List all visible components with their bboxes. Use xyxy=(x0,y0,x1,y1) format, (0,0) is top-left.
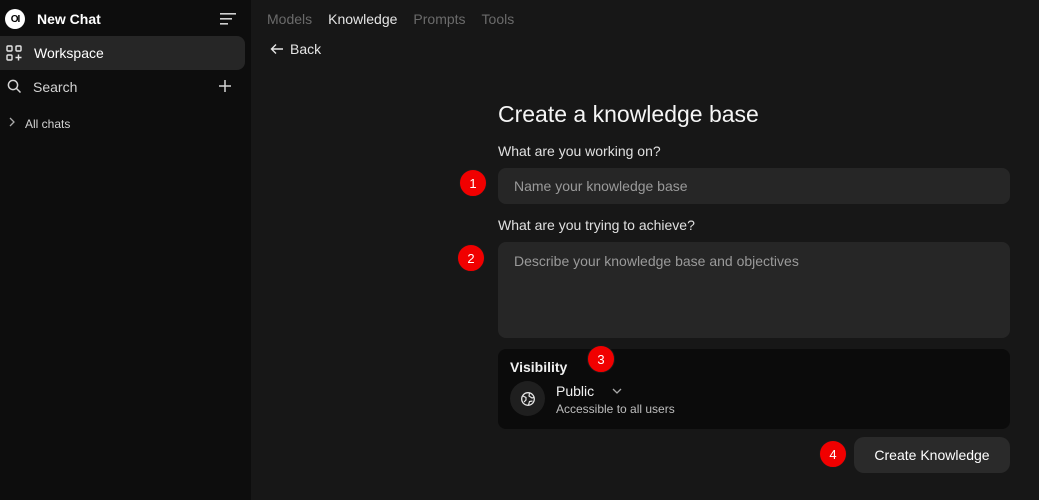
page-title: Create a knowledge base xyxy=(498,101,759,127)
create-knowledge-button[interactable]: Create Knowledge xyxy=(854,437,1010,473)
workspace-tabs: Models Knowledge Prompts Tools xyxy=(267,11,514,27)
workspace-icon xyxy=(6,45,22,61)
search-button[interactable]: Search xyxy=(33,79,77,95)
sidebar: OI New Chat Workspace Search All chats xyxy=(0,0,251,500)
step-badge: 1 xyxy=(459,169,487,197)
search-icon[interactable] xyxy=(7,79,22,94)
tab-prompts[interactable]: Prompts xyxy=(413,11,465,27)
visibility-description: Accessible to all users xyxy=(556,402,675,416)
visibility-title: Visibility xyxy=(510,359,568,375)
new-chat-button[interactable]: New Chat xyxy=(37,11,101,27)
step-badge: 2 xyxy=(457,244,485,272)
back-label: Back xyxy=(290,41,322,57)
step-badge: 3 xyxy=(587,345,615,373)
back-button[interactable]: Back xyxy=(270,41,321,57)
tab-knowledge[interactable]: Knowledge xyxy=(328,11,397,27)
chevron-right-icon[interactable] xyxy=(8,117,16,127)
visibility-select[interactable]: Public xyxy=(556,383,622,399)
tab-tools[interactable]: Tools xyxy=(482,11,515,27)
sidebar-item-label: Workspace xyxy=(34,45,104,61)
all-chats-folder[interactable]: All chats xyxy=(25,117,70,131)
step-badge: 4 xyxy=(819,440,847,468)
menu-icon[interactable] xyxy=(220,12,236,26)
description-label: What are you trying to achieve? xyxy=(498,217,695,233)
visibility-card: Visibility Public Accessible to all user… xyxy=(498,349,1010,429)
globe-icon xyxy=(510,381,545,416)
plus-icon[interactable] xyxy=(218,79,232,93)
visibility-value: Public xyxy=(556,383,595,399)
name-label: What are you working on? xyxy=(498,143,661,159)
app-logo[interactable]: OI xyxy=(5,9,25,29)
chevron-down-icon xyxy=(612,388,622,394)
arrow-left-icon xyxy=(270,44,283,54)
knowledge-name-input[interactable] xyxy=(498,168,1010,204)
tab-models[interactable]: Models xyxy=(267,11,312,27)
knowledge-description-input[interactable] xyxy=(498,242,1010,338)
